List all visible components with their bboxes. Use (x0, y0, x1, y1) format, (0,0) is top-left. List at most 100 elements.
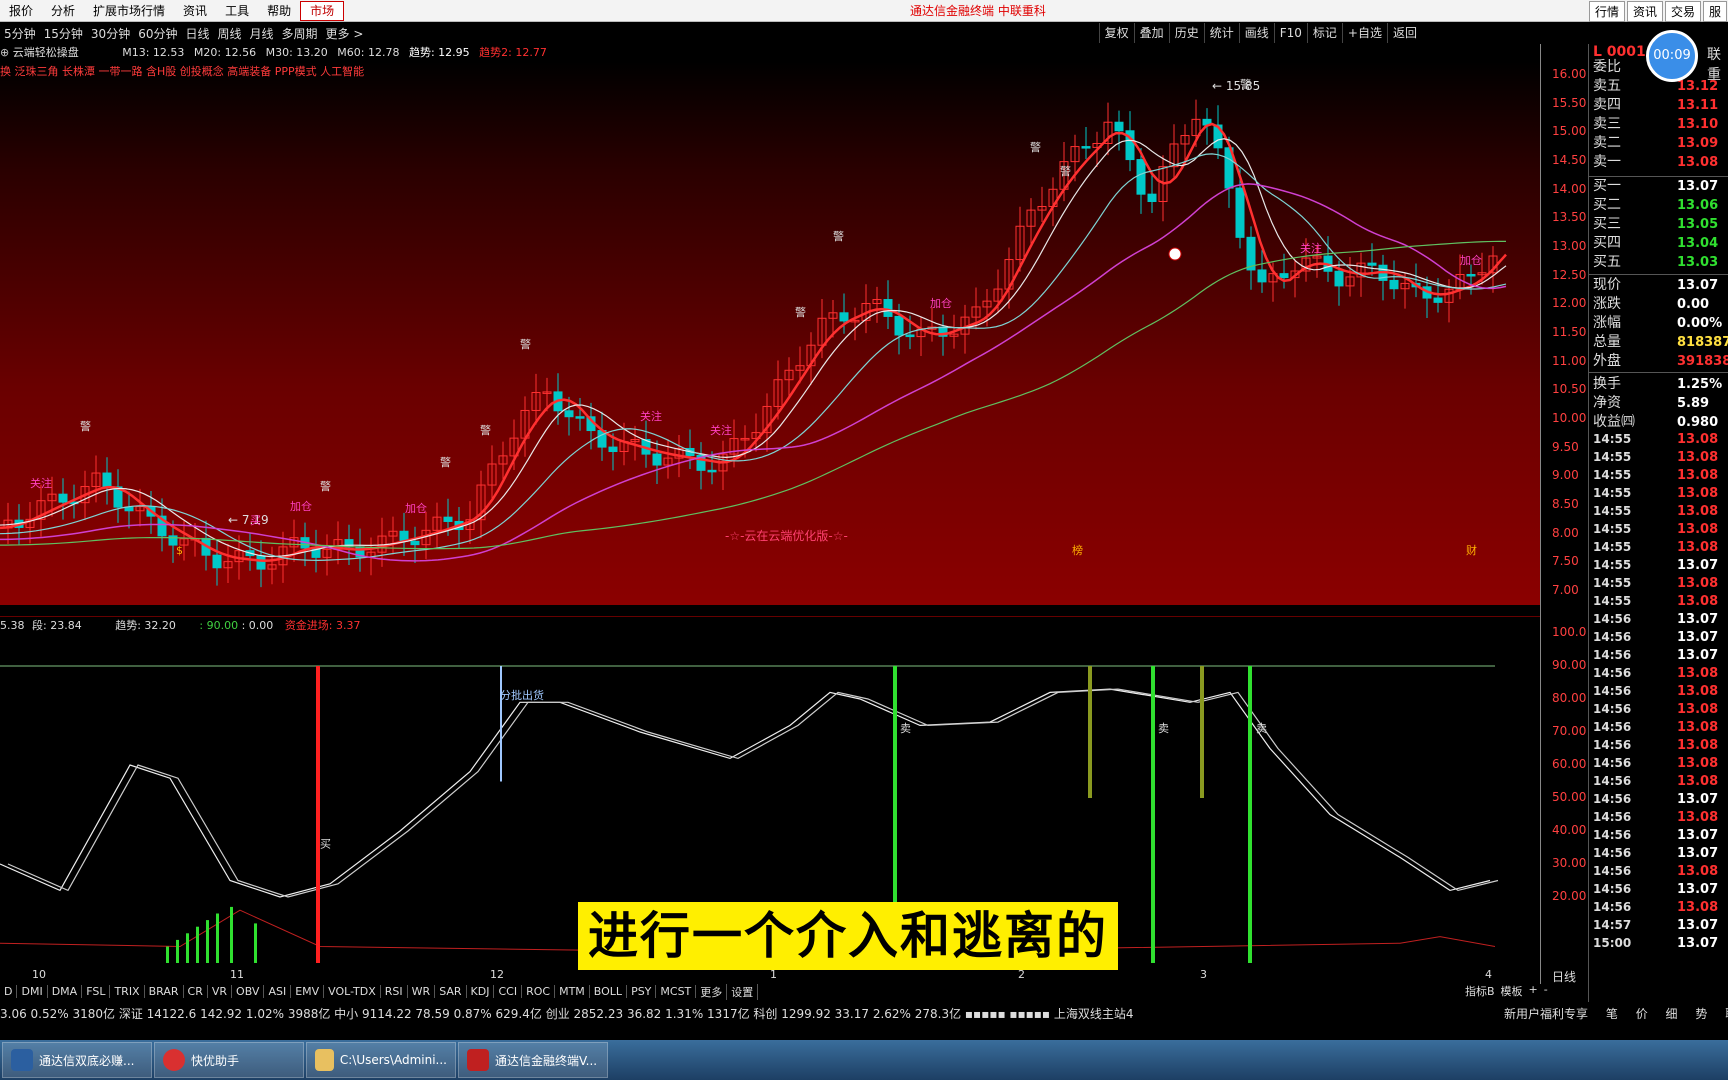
indicator-tab[interactable]: EMV (291, 985, 325, 998)
menu-item-news[interactable]: 资讯 (174, 0, 216, 22)
template-button[interactable]: 模板 (1498, 983, 1526, 1000)
ma-green-line (0, 240, 1507, 550)
zoom-in-button[interactable]: + (1526, 983, 1541, 1000)
concept-tags[interactable]: 换 泛珠三角 长株潭 一带一路 含H股 创投概念 高端装备 PPP模式 人工智能 (0, 63, 1540, 79)
signal-mark: 警 (1060, 164, 1071, 178)
tick-price: 13.08 (1677, 504, 1719, 519)
service-button[interactable]: 服 (1702, 1, 1727, 22)
quote-row: 卖一 13.08 (1593, 153, 1728, 172)
price-tick: 8.50 (1552, 497, 1579, 511)
price-tick: 11.00 (1552, 353, 1587, 368)
indicator-tab[interactable]: KDJ (467, 985, 495, 998)
menu-item-market[interactable]: 市场 (300, 0, 345, 21)
tool-stats[interactable]: 统计 (1203, 23, 1239, 43)
quote-button[interactable]: 行情 (1588, 1, 1625, 22)
sub-tick: 30.00 (1552, 856, 1587, 870)
indicator-tab[interactable]: 设置 (727, 983, 759, 1000)
indicator-tab[interactable]: SAR (435, 985, 467, 998)
indicator-tab[interactable]: DMA (48, 985, 83, 998)
tick-time: 14:56 (1593, 738, 1632, 752)
signal-bar (1151, 666, 1155, 963)
bottom-marker: 榜 (1072, 543, 1083, 557)
taskbar-item-kuaiyou[interactable]: 快优助手 (154, 1042, 304, 1078)
panel-tab-bi[interactable]: 笔 (1606, 1007, 1618, 1021)
period-15min[interactable]: 15分钟 (40, 25, 87, 42)
taskbar-item-explorer[interactable]: C:\Users\Admini... (306, 1042, 456, 1078)
tool-overlay[interactable]: 叠加 (1133, 23, 1169, 43)
menu-item-tools[interactable]: 工具 (216, 0, 258, 22)
signal-mark: 警 (795, 305, 806, 319)
menu-item-help[interactable]: 帮助 (258, 0, 300, 22)
indicator-tab[interactable]: OBV (232, 985, 265, 998)
tool-adjust[interactable]: 复权 (1098, 23, 1134, 43)
trade-button[interactable]: 交易 (1664, 1, 1701, 22)
indicator-tab[interactable]: ASI (264, 985, 292, 998)
period-more[interactable]: 更多 > (322, 25, 368, 42)
candle-body (212, 554, 222, 569)
menu-item-extended[interactable]: 扩展市场行情 (84, 0, 174, 22)
quote-value: 0.00% (1677, 316, 1723, 331)
indicator-tab[interactable]: RSI (381, 985, 408, 998)
indicator-tab[interactable]: TRIX (110, 985, 145, 998)
period-week[interactable]: 周线 (214, 25, 246, 42)
period-month[interactable]: 月线 (246, 25, 278, 42)
indicator-tab[interactable]: BRAR (145, 985, 184, 998)
zoom-out-button[interactable]: - (1541, 983, 1551, 1000)
candle-body (883, 299, 893, 317)
tool-back[interactable]: 返回 (1386, 23, 1422, 43)
tool-mark[interactable]: 标记 (1306, 23, 1342, 43)
indicator-tab[interactable]: MTM (555, 985, 590, 998)
volume-bar (186, 933, 189, 963)
indicator-tab[interactable]: MCST (656, 985, 697, 998)
promo-link[interactable]: 新用户福利专享 (1504, 1007, 1588, 1021)
ma-cyan-line (0, 153, 1507, 561)
panel-tab-trend[interactable]: 势 (1695, 1007, 1707, 1021)
candle-body (102, 472, 112, 488)
period-day[interactable]: 日线 (181, 25, 213, 42)
quote-value: 1.25% (1677, 377, 1723, 392)
tool-draw[interactable]: 画线 (1238, 23, 1274, 43)
sell-label: 卖 (1256, 722, 1267, 735)
tick-price: 13.08 (1677, 666, 1719, 681)
taskbar-item-tdx-course[interactable]: 通达信双底必赚... (2, 1042, 152, 1078)
quote-row: 买四 13.04 (1593, 234, 1728, 253)
indicator-tab[interactable]: BOLL (590, 985, 628, 998)
panel-tab-price[interactable]: 价 (1636, 1007, 1648, 1021)
indicator-tabs: D DMI DMA FSL TRIX BRAR CR VR OBV ASI EMV VOL-TDX RS… (0, 983, 1540, 1000)
period-60min[interactable]: 60分钟 (134, 25, 181, 42)
taskbar-item-tdx-terminal[interactable]: 通达信金融终端V... (458, 1042, 608, 1078)
indicator-tab[interactable]: CCI (494, 985, 523, 998)
news-button[interactable]: 资讯 (1626, 1, 1663, 22)
menu-item-quote[interactable]: 报价 (0, 0, 42, 22)
tool-f10[interactable]: F10 (1273, 23, 1307, 43)
indicator-tab[interactable]: FSL (82, 985, 111, 998)
period-5min[interactable]: 5分钟 (0, 25, 40, 42)
indicator-tab[interactable]: PSY (627, 985, 657, 998)
indicator-b-button[interactable]: 指标B (1462, 983, 1498, 1000)
indicator-tab[interactable]: DMI (17, 985, 48, 998)
period-multi[interactable]: 多周期 (278, 25, 322, 42)
quote-label: 现价 (1593, 277, 1621, 293)
panel-tab-detail[interactable]: 细 (1666, 1007, 1678, 1021)
indicator-tab[interactable]: 更多 (696, 983, 728, 1000)
bottom-marker: $ (176, 544, 183, 557)
top-right-buttons: 行情 资讯 交易 服 (1588, 0, 1728, 23)
tool-history[interactable]: 历史 (1168, 23, 1204, 43)
signal-mark: 警 (440, 455, 451, 469)
tick-price: 13.08 (1677, 738, 1719, 753)
indicator-tab[interactable]: WR (408, 985, 436, 998)
indicator-tab[interactable]: D (0, 985, 18, 998)
indicator-tab[interactable]: ROC (522, 985, 556, 998)
indicator-tab[interactable]: VOL-TDX (324, 985, 381, 998)
period-30min[interactable]: 30分钟 (87, 25, 134, 42)
price-tick: 13.50 (1552, 210, 1587, 225)
price-tick: 8.00 (1552, 525, 1579, 540)
tool-add-watch[interactable]: +自选 (1341, 23, 1387, 43)
add-marker-icon (1168, 247, 1182, 261)
indicator-tab[interactable]: VR (208, 985, 233, 998)
menu-item-analysis[interactable]: 分析 (42, 0, 84, 22)
candle-body (564, 410, 574, 418)
main-kline-chart[interactable]: ← 15.85 ← 7.19 -☆-云在云端优化版-☆- $ 榜财关注 关注 关注 关注 加仓加… (0, 62, 1540, 605)
quote-row: 卖二 13.09 (1593, 134, 1728, 153)
indicator-tab[interactable]: CR (184, 985, 208, 998)
